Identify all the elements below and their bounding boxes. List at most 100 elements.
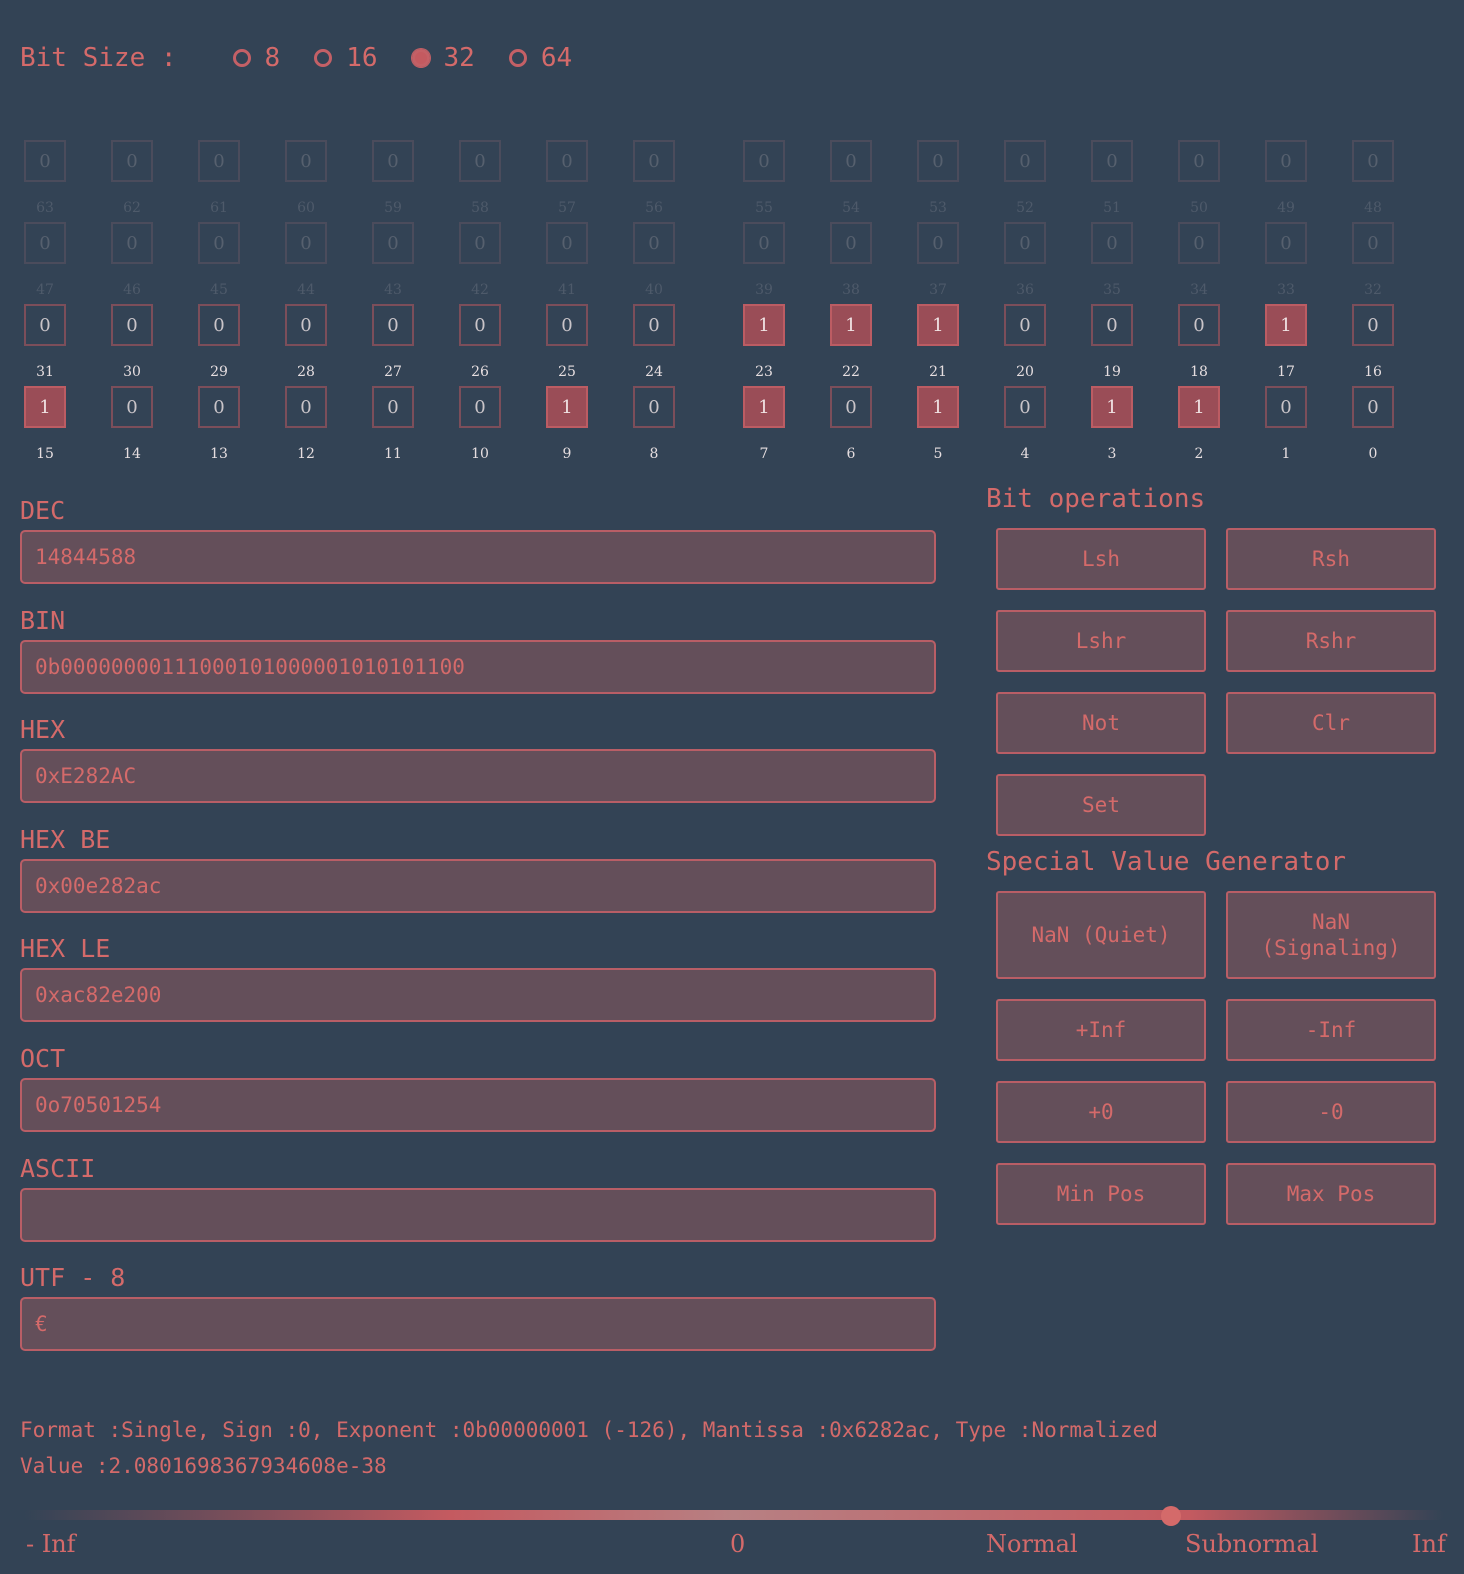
bit-toggle[interactable]: 0	[1265, 386, 1307, 428]
bit-toggle[interactable]: 0	[1091, 140, 1133, 182]
ascii-input[interactable]	[20, 1187, 936, 1242]
minus-inf-button[interactable]: -Inf	[1226, 999, 1436, 1061]
scale-label-neg-inf: - Inf	[26, 1530, 76, 1558]
bit-toggle[interactable]: 0	[1091, 222, 1133, 264]
dec-input[interactable]: 14844588	[20, 530, 936, 584]
bit-toggle[interactable]: 1	[1091, 386, 1133, 428]
nan-quiet-button[interactable]: NaN (Quiet)	[996, 891, 1206, 979]
bit-toggle[interactable]: 0	[633, 222, 675, 264]
bit-size-option-16[interactable]: 16	[314, 43, 378, 73]
bit-toggle[interactable]: 0	[285, 304, 327, 346]
bit-toggle[interactable]: 0	[1178, 304, 1220, 346]
rshr-button[interactable]: Rshr	[1226, 610, 1436, 672]
bit-toggle[interactable]: 0	[1004, 386, 1046, 428]
bit-toggle[interactable]: 0	[1004, 140, 1046, 182]
bit-toggle[interactable]: 0	[1265, 140, 1307, 182]
bit-toggle[interactable]: 0	[1352, 140, 1394, 182]
value-scale-marker[interactable]	[1161, 1506, 1181, 1526]
rsh-button[interactable]: Rsh	[1226, 528, 1436, 590]
utf8-input[interactable]: €	[20, 1297, 936, 1352]
radio-32[interactable]	[411, 49, 430, 67]
bit-size-option-64[interactable]: 64	[508, 43, 572, 73]
oct-input[interactable]: 0o70501254	[20, 1078, 936, 1132]
bit-toggle[interactable]: 0	[1091, 304, 1133, 346]
bit-toggle[interactable]: 0	[285, 386, 327, 428]
bit-toggle[interactable]: 0	[285, 140, 327, 182]
bit-toggle[interactable]: 0	[1265, 222, 1307, 264]
bit-toggle[interactable]: 0	[372, 222, 414, 264]
bit-toggle[interactable]: 0	[633, 140, 675, 182]
bit-toggle[interactable]: 0	[198, 222, 240, 264]
bit-toggle[interactable]: 0	[917, 222, 959, 264]
bit-toggle[interactable]: 0	[633, 386, 675, 428]
radio-64[interactable]	[508, 49, 527, 67]
bit-toggle[interactable]: 0	[546, 140, 588, 182]
bit-toggle[interactable]: 0	[917, 140, 959, 182]
bit-toggle[interactable]: 1	[24, 386, 66, 428]
bit-toggle[interactable]: 0	[285, 222, 327, 264]
bit-toggle[interactable]: 0	[111, 140, 153, 182]
bit-toggle[interactable]: 0	[1352, 386, 1394, 428]
bit-toggle[interactable]: 0	[546, 304, 588, 346]
bin-input[interactable]: 0b00000000111000101000001010101100	[20, 639, 936, 694]
bit-toggle[interactable]: 0	[1352, 304, 1394, 346]
bit-toggle[interactable]: 0	[459, 386, 501, 428]
bit-toggle[interactable]: 0	[372, 140, 414, 182]
max-pos-button[interactable]: Max Pos	[1226, 1163, 1436, 1225]
bit-toggle[interactable]: 0	[546, 222, 588, 264]
clr-button[interactable]: Clr	[1226, 692, 1436, 754]
bit-toggle[interactable]: 0	[830, 386, 872, 428]
bit-toggle[interactable]: 0	[830, 140, 872, 182]
bit-size-option-8[interactable]: 8	[232, 43, 280, 73]
radio-16[interactable]	[314, 49, 333, 67]
bit-toggle[interactable]: 0	[830, 222, 872, 264]
bit-toggle[interactable]: 1	[917, 304, 959, 346]
bit-toggle[interactable]: 1	[546, 386, 588, 428]
hex-le-label: HEX LE	[20, 934, 111, 964]
bit-toggle[interactable]: 0	[1178, 222, 1220, 264]
bit-toggle[interactable]: 0	[24, 222, 66, 264]
bit-toggle[interactable]: 0	[24, 304, 66, 346]
bit-size-option-32[interactable]: 32	[411, 43, 475, 73]
lsh-button[interactable]: Lsh	[996, 528, 1206, 590]
bit-toggle[interactable]: 1	[830, 304, 872, 346]
bit-toggle[interactable]: 0	[743, 140, 785, 182]
bit-toggle[interactable]: 0	[372, 386, 414, 428]
bit-toggle[interactable]: 0	[24, 140, 66, 182]
bit-toggle[interactable]: 0	[111, 386, 153, 428]
bit-toggle[interactable]: 1	[743, 386, 785, 428]
hex-input[interactable]: 0xE282AC	[20, 749, 936, 804]
bit-toggle[interactable]: 0	[111, 222, 153, 264]
bit-toggle[interactable]: 1	[917, 386, 959, 428]
bit-toggle[interactable]: 0	[633, 304, 675, 346]
bit-row: 1 15 0 14 0 13 0 12 0 11 0 10 1 9 0 8 1 7 0 6 1 5 0 4 1 3 1 2 0 1 0 0	[0, 386, 1464, 468]
bit-toggle[interactable]: 1	[1265, 304, 1307, 346]
hex-le-input[interactable]: 0xac82e200	[20, 968, 936, 1023]
hex-be-input[interactable]: 0x00e282ac	[20, 858, 936, 913]
bit-toggle[interactable]: 0	[459, 140, 501, 182]
bit-toggle[interactable]: 0	[111, 304, 153, 346]
bit-toggle[interactable]: 1	[743, 304, 785, 346]
nan-signaling-button[interactable]: NaN (Signaling)	[1226, 891, 1436, 979]
bit-toggle[interactable]: 0	[372, 304, 414, 346]
bit-toggle[interactable]: 0	[1352, 222, 1394, 264]
not-button[interactable]: Not	[996, 692, 1206, 754]
bit-toggle[interactable]: 0	[743, 222, 785, 264]
lshr-button[interactable]: Lshr	[996, 610, 1206, 672]
bit-toggle[interactable]: 0	[1004, 222, 1046, 264]
plus-zero-button[interactable]: +0	[996, 1081, 1206, 1143]
min-pos-button[interactable]: Min Pos	[996, 1163, 1206, 1225]
bit-toggle[interactable]: 0	[198, 140, 240, 182]
bit-toggle[interactable]: 0	[198, 304, 240, 346]
bit-toggle[interactable]: 0	[459, 222, 501, 264]
bit-toggle[interactable]: 0	[1004, 304, 1046, 346]
set-button[interactable]: Set	[996, 774, 1206, 836]
minus-zero-button[interactable]: -0	[1226, 1081, 1436, 1143]
bit-toggle[interactable]: 0	[1178, 140, 1220, 182]
plus-inf-button[interactable]: +Inf	[996, 999, 1206, 1061]
bit-toggle[interactable]: 1	[1178, 386, 1220, 428]
bit-index-label: 0	[1368, 446, 1378, 462]
bit-toggle[interactable]: 0	[459, 304, 501, 346]
bit-toggle[interactable]: 0	[198, 386, 240, 428]
radio-8[interactable]	[232, 49, 251, 67]
